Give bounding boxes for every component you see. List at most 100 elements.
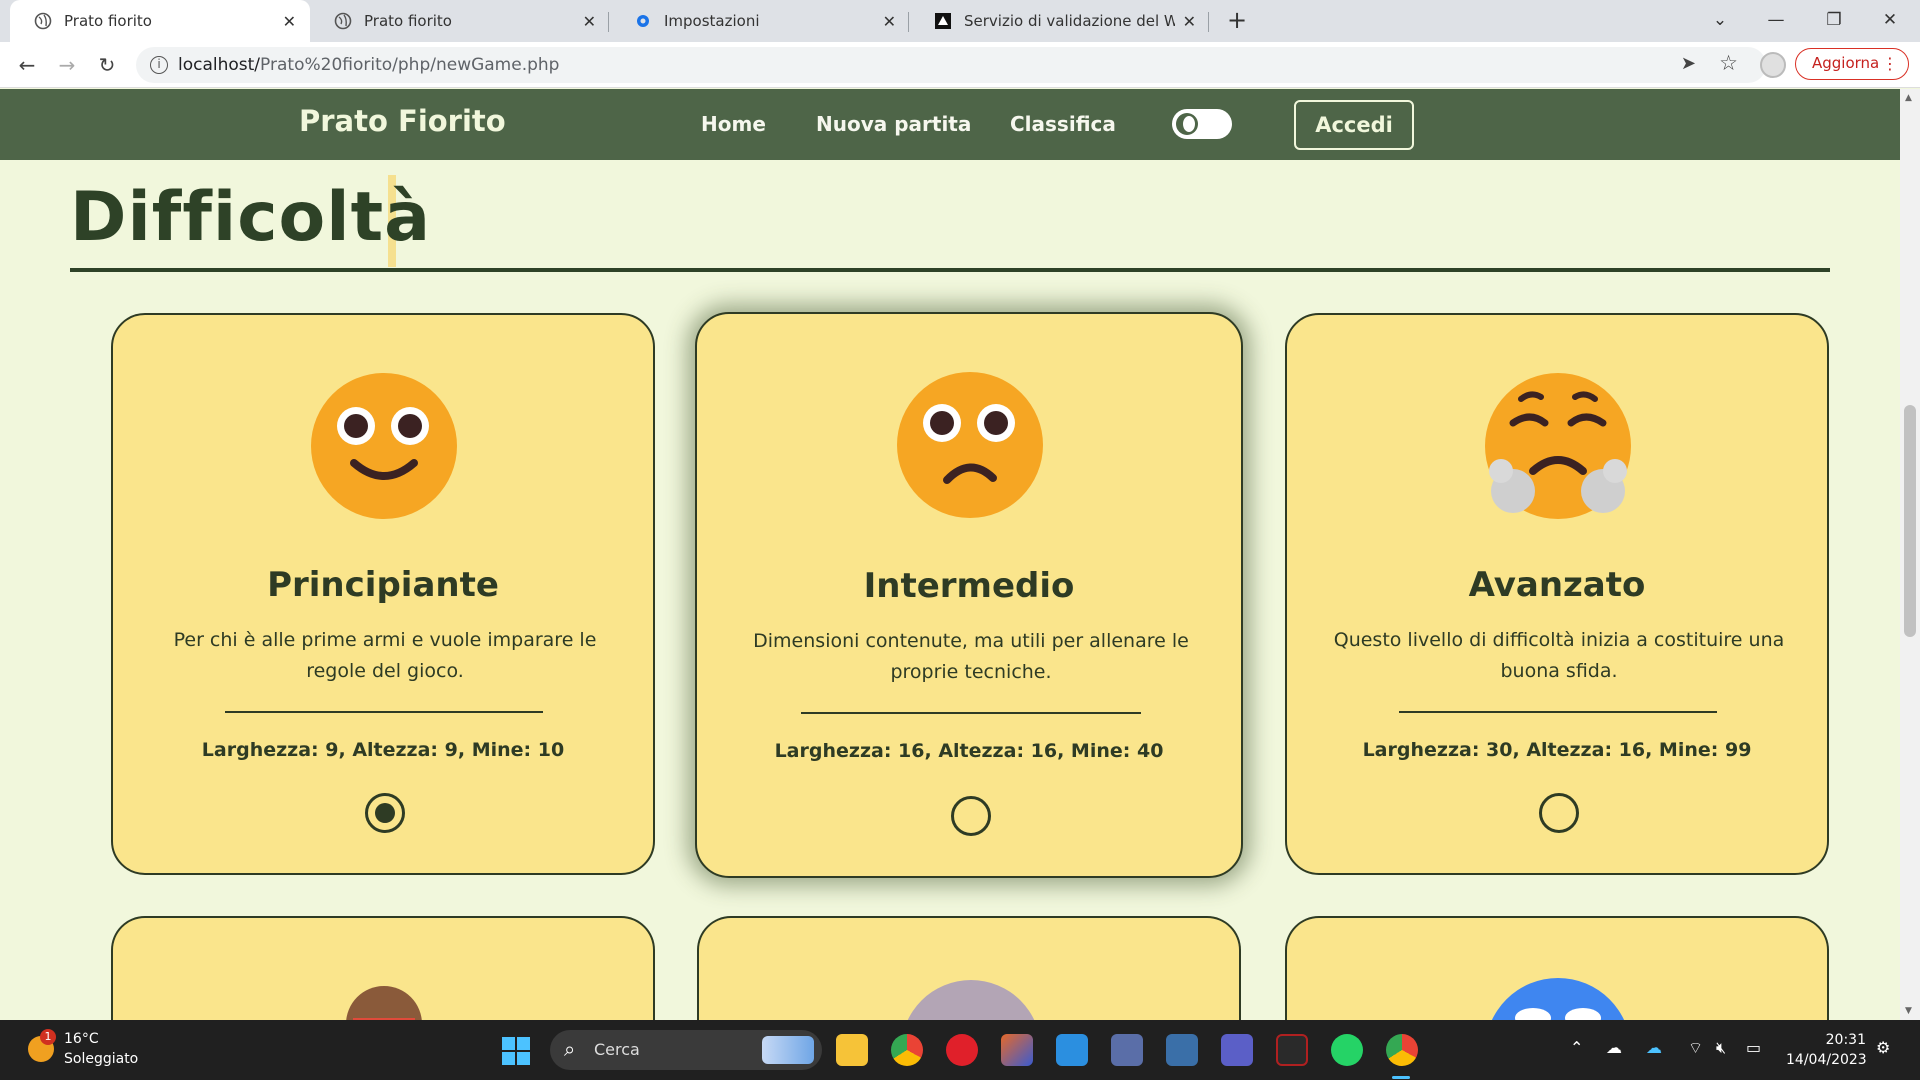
tab-w3c-validator[interactable]: Servizio di validazione del W3C p ✕ <box>910 0 1210 42</box>
worried-face-icon <box>897 372 1043 518</box>
close-tab-icon[interactable]: ✕ <box>883 12 896 31</box>
steaming-face-icon <box>1485 373 1631 519</box>
bookmark-star-icon[interactable]: ☆ <box>1719 51 1738 75</box>
tab-separator <box>908 12 909 32</box>
notifications-icon[interactable]: ⚙ <box>1876 1038 1890 1057</box>
difficulty-name: Intermedio <box>863 566 1075 606</box>
profile-avatar[interactable] <box>1760 52 1786 78</box>
file-explorer-icon[interactable] <box>836 1034 868 1066</box>
scrollbar-thumb[interactable] <box>1904 405 1916 637</box>
virtualbox-icon[interactable] <box>1111 1034 1143 1066</box>
send-tab-icon[interactable]: ➤ <box>1681 53 1696 74</box>
browser-tab-strip: Prato fiorito ✕ Prato fiorito ✕ Impostaz… <box>0 0 1920 42</box>
update-button[interactable]: Aggiorna ⋮ <box>1795 48 1909 80</box>
windows-taskbar: 1 16°C Soleggiato ⌕ Cerca ⌃ ☁ ☁ ⌔ 🔇︎ ▭ 2… <box>0 1020 1920 1080</box>
taskbar-clock[interactable]: 20:31 14/04/2023 <box>1786 1030 1867 1070</box>
url-text[interactable]: localhost/Prato%20fiorito/php/newGame.ph… <box>178 55 559 75</box>
new-tab-button[interactable]: + <box>1222 6 1252 36</box>
tab-impostazioni[interactable]: Impostazioni ✕ <box>610 0 910 42</box>
gear-icon <box>634 12 652 30</box>
difficulty-stats: Larghezza: 16, Altezza: 16, Mine: 40 <box>774 740 1164 762</box>
vscode-icon[interactable] <box>1056 1034 1088 1066</box>
w3c-icon <box>934 12 952 30</box>
close-tab-icon[interactable]: ✕ <box>283 12 296 31</box>
mysql-workbench-icon[interactable] <box>1166 1034 1198 1066</box>
matlab-icon[interactable] <box>1001 1034 1033 1066</box>
nav-leaderboard[interactable]: Classifica <box>1010 112 1116 136</box>
maximize-button[interactable]: ❐ <box>1804 0 1864 42</box>
tab-separator <box>1208 12 1209 32</box>
wifi-icon[interactable]: ⌔ <box>1688 1038 1703 1058</box>
weather-temperature[interactable]: 16°C <box>64 1031 99 1047</box>
card-divider <box>801 712 1141 714</box>
chrome-icon[interactable] <box>891 1034 923 1066</box>
minimize-button[interactable]: — <box>1746 0 1806 42</box>
site-brand[interactable]: Prato Fiorito <box>299 104 506 138</box>
scroll-up-icon[interactable]: ▲ <box>1905 93 1912 103</box>
card-divider <box>225 711 543 713</box>
difficulty-radio-advanced[interactable] <box>1539 793 1579 833</box>
theme-toggle[interactable] <box>1172 109 1232 139</box>
nav-new-game[interactable]: Nuova partita <box>816 112 971 136</box>
close-window-button[interactable]: ✕ <box>1860 0 1920 42</box>
reload-icon[interactable]: ↻ <box>92 50 122 80</box>
scroll-down-icon[interactable]: ▼ <box>1905 1006 1912 1016</box>
tab-prato-fiorito-2[interactable]: Prato fiorito ✕ <box>310 0 610 42</box>
whatsapp-icon[interactable] <box>1331 1034 1363 1066</box>
search-highlight-image <box>762 1036 814 1064</box>
menu-dots-icon: ⋮ <box>1882 54 1898 73</box>
difficulty-description: Dimensioni contenute, ma utili per allen… <box>753 630 1189 683</box>
tab-search-chevron-icon[interactable]: ⌄ <box>1690 0 1750 42</box>
weather-description[interactable]: Soleggiato <box>64 1051 138 1067</box>
battery-icon[interactable]: ▭ <box>1746 1038 1761 1057</box>
opera-icon[interactable] <box>946 1034 978 1066</box>
windows-start-icon[interactable] <box>502 1037 530 1065</box>
url-path: Prato%20fiorito/php/newGame.php <box>260 55 560 75</box>
page-scrollbar[interactable]: ▲ ▼ <box>1900 89 1920 1020</box>
globe-icon <box>34 12 52 30</box>
browser-toolbar: ← → ↻ i localhost/Prato%20fiorito/php/ne… <box>0 42 1920 88</box>
tray-chevron-icon[interactable]: ⌃ <box>1570 1038 1583 1057</box>
teams-icon[interactable] <box>1221 1034 1253 1066</box>
tab-separator <box>608 12 609 32</box>
site-info-icon[interactable]: i <box>150 56 168 74</box>
difficulty-card-row2-3[interactable] <box>1285 916 1829 1020</box>
difficulty-card-beginner[interactable]: Principiante Per chi è alle prime armi e… <box>111 313 655 875</box>
search-label: Cerca <box>594 1040 640 1059</box>
tab-prato-fiorito-1[interactable]: Prato fiorito ✕ <box>10 0 310 42</box>
difficulty-card-row2-2[interactable] <box>697 916 1241 1020</box>
difficulty-card-advanced[interactable]: Avanzato Questo livello di difficoltà in… <box>1285 313 1829 875</box>
tab-title: Servizio di validazione del W3C p <box>964 12 1175 30</box>
close-tab-icon[interactable]: ✕ <box>583 12 596 31</box>
chrome-active-icon[interactable] <box>1386 1034 1418 1066</box>
difficulty-radio-intermediate[interactable] <box>951 796 991 836</box>
cloud-sync-icon[interactable]: ☁ <box>1646 1038 1662 1057</box>
difficulty-card-row2-1[interactable] <box>111 916 655 1020</box>
moon-icon <box>1176 113 1198 135</box>
grey-face-icon <box>907 980 1035 1020</box>
tab-title: Prato fiorito <box>364 12 452 30</box>
onedrive-icon[interactable]: ☁ <box>1606 1038 1622 1057</box>
update-label: Aggiorna <box>1812 54 1880 72</box>
address-bar[interactable]: i localhost/Prato%20fiorito/php/newGame.… <box>136 47 1766 83</box>
page-title: Difficoltà <box>70 178 431 257</box>
character-icon <box>346 986 422 1020</box>
heading-divider <box>70 268 1830 272</box>
difficulty-radio-beginner[interactable] <box>365 793 405 833</box>
weather-badge: 1 <box>40 1029 56 1045</box>
volume-muted-icon[interactable]: 🔇︎ <box>1716 1038 1726 1058</box>
close-tab-icon[interactable]: ✕ <box>1183 12 1196 31</box>
clock-time: 20:31 <box>1825 1032 1866 1048</box>
forward-arrow-icon[interactable]: → <box>52 50 82 80</box>
back-arrow-icon[interactable]: ← <box>12 50 42 80</box>
login-button[interactable]: Accedi <box>1294 100 1414 150</box>
active-app-indicator <box>1392 1076 1410 1079</box>
difficulty-card-intermediate[interactable]: Intermedio Dimensioni contenute, ma util… <box>695 312 1243 878</box>
app-icon[interactable] <box>1276 1034 1308 1066</box>
tab-title: Impostazioni <box>664 12 760 30</box>
globe-icon <box>334 12 352 30</box>
taskbar-search[interactable]: ⌕ Cerca <box>550 1030 822 1070</box>
url-host: localhost/ <box>178 55 261 75</box>
blue-face-icon <box>1491 978 1625 1020</box>
nav-home[interactable]: Home <box>701 112 766 136</box>
